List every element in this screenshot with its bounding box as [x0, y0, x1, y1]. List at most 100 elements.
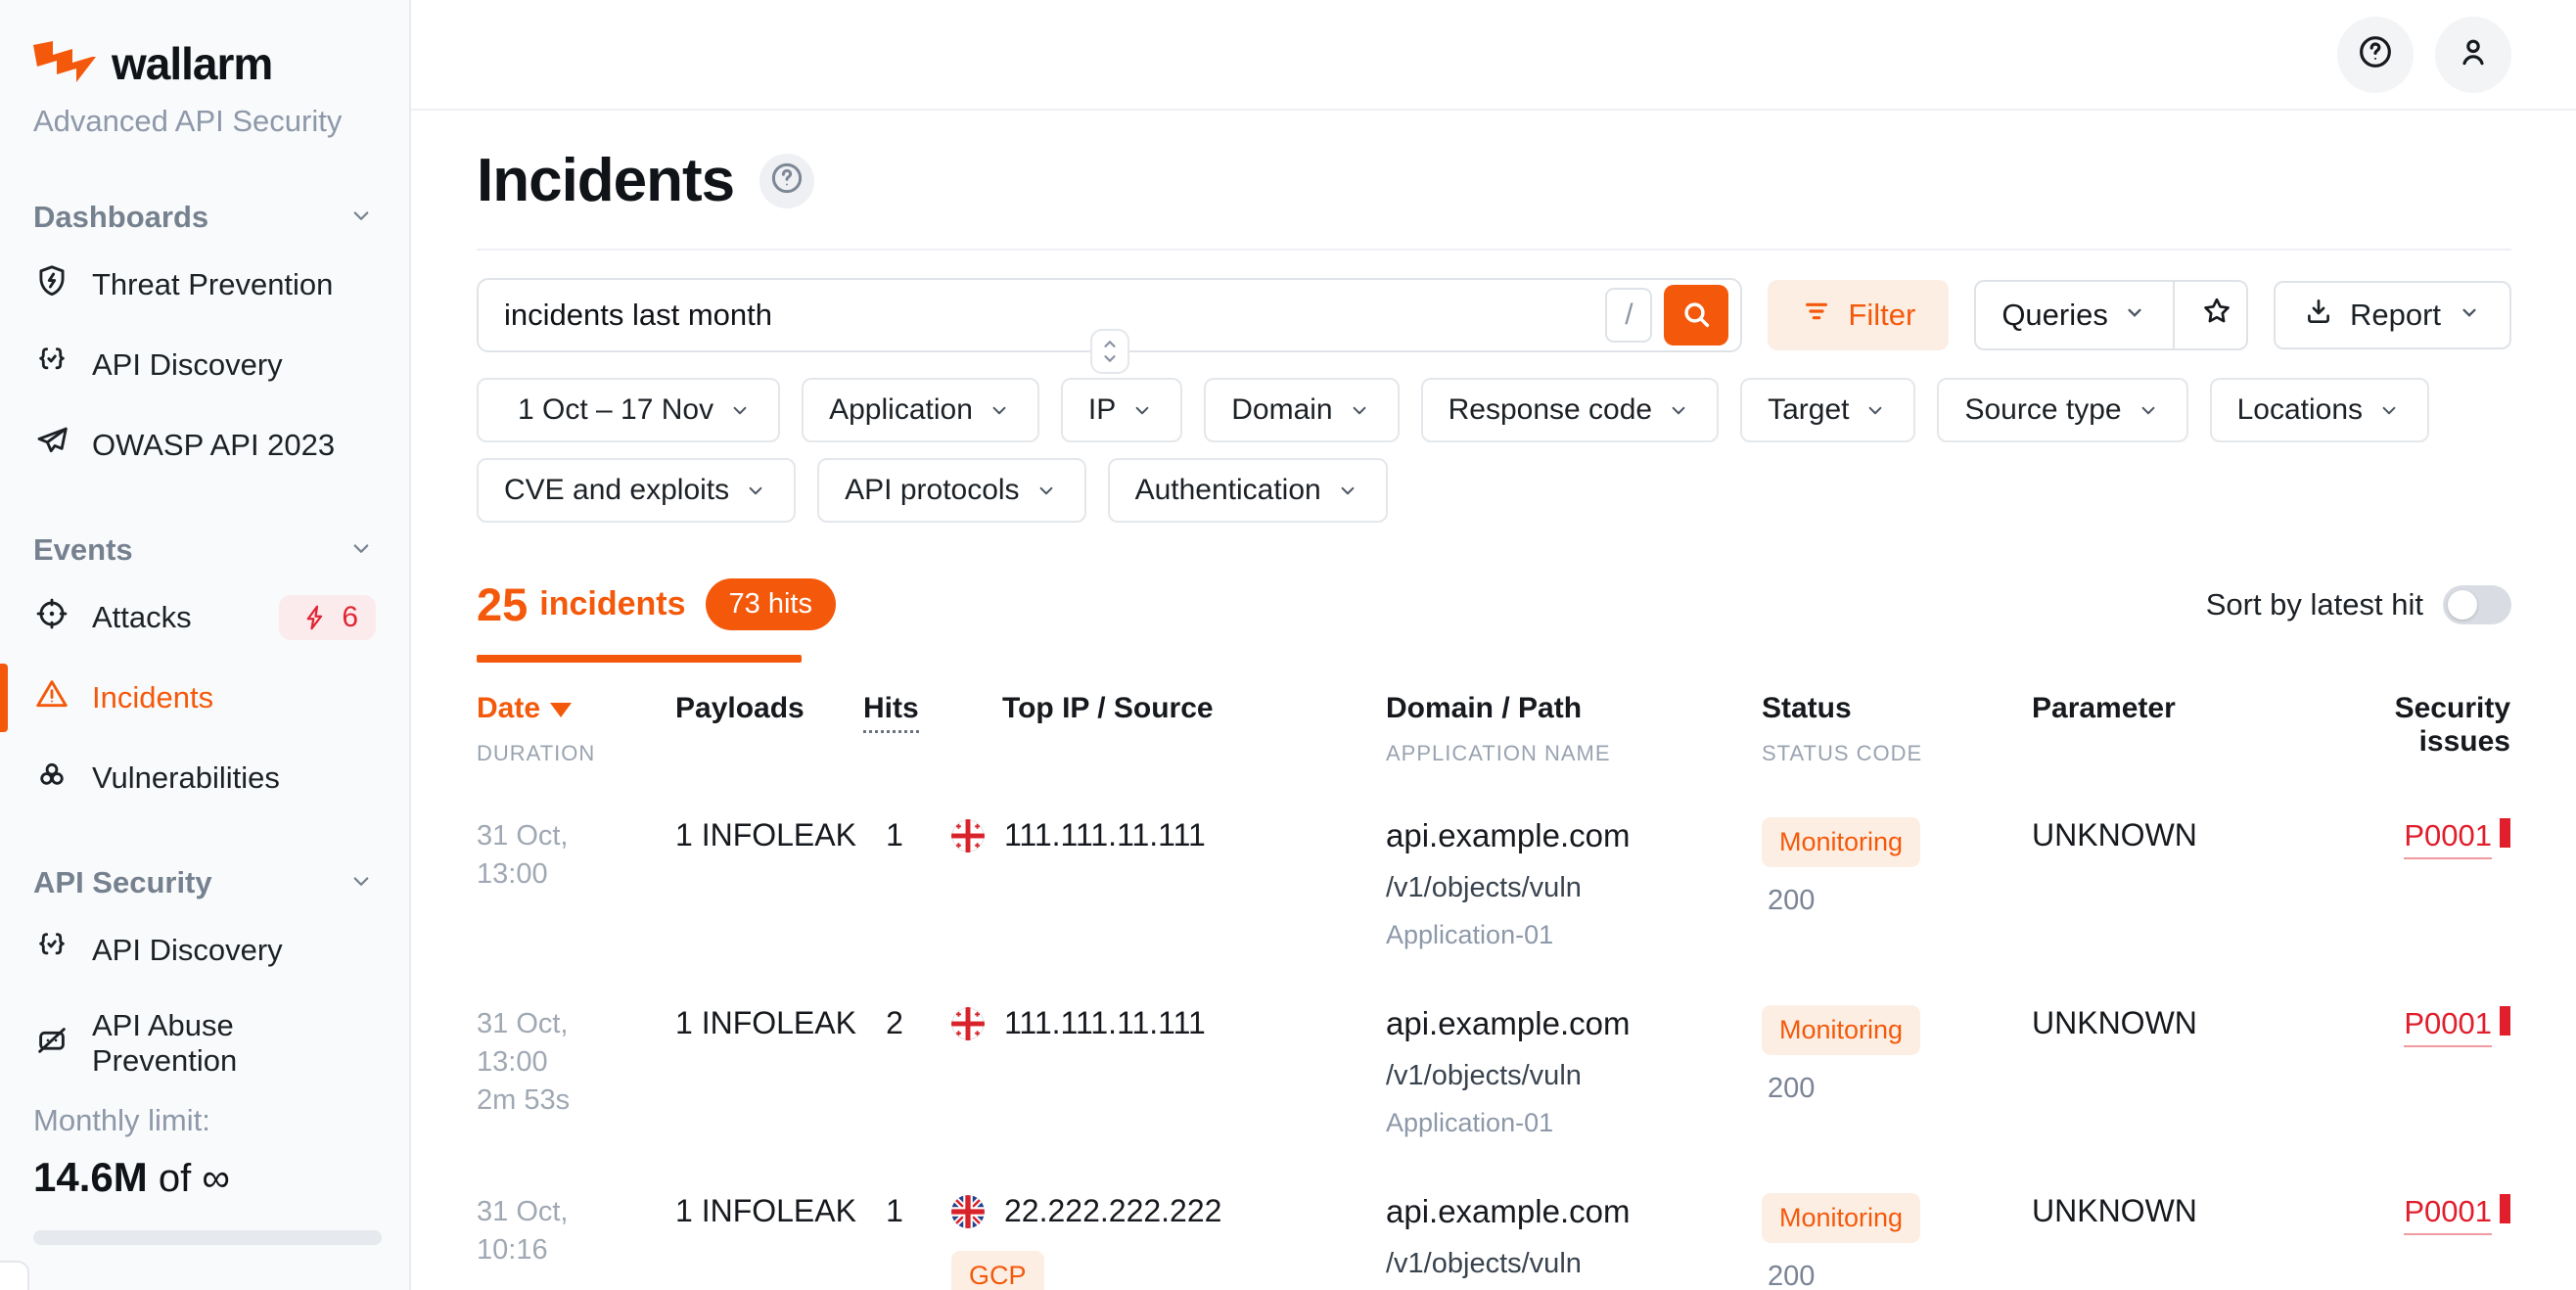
- cell-domain-path: api.example.com /v1/objects/vuln Applica…: [1386, 1005, 1762, 1138]
- column-sublabel: APPLICATION NAME: [1386, 741, 1762, 766]
- status-code: 200: [1762, 885, 2032, 917]
- report-button[interactable]: Report: [2274, 281, 2511, 349]
- cell-payloads: 1 INFOLEAK: [675, 817, 863, 950]
- warning-triangle-icon: [33, 675, 70, 720]
- filter-chip-target[interactable]: Target: [1740, 378, 1915, 442]
- nav-section-title: Dashboards: [33, 200, 208, 235]
- source-tag: GCP: [951, 1251, 1044, 1290]
- sidebar-item-attacks[interactable]: Attacks6: [0, 577, 409, 658]
- issue-severity-bar: [2500, 1006, 2510, 1036]
- search-box: /: [477, 278, 1742, 352]
- status-badge: Monitoring: [1762, 1005, 1920, 1055]
- nav-section: Events Attacks6Incidents Vulnerabilities: [0, 532, 409, 818]
- app-window: wallarm Advanced API Security Dashboards…: [0, 0, 2576, 1290]
- issue-severity-bar: [2500, 1194, 2510, 1223]
- sort-by-latest-hit-toggle[interactable]: [2443, 585, 2511, 624]
- summary-row: 25 incidents 73 hits Sort by latest hit: [477, 577, 2511, 663]
- sidebar-item-vulnerabilities[interactable]: Vulnerabilities: [0, 738, 409, 818]
- filter-chip-domain[interactable]: Domain: [1204, 378, 1399, 442]
- nav-section-header-dashboards[interactable]: Dashboards: [0, 200, 409, 235]
- filter-chips-row1: 1 Oct – 17 Nov Application IP Domain Respons…: [477, 378, 2511, 442]
- nav-section-header-events[interactable]: Events: [0, 532, 409, 568]
- search-input[interactable]: [504, 298, 1605, 333]
- table-row[interactable]: 31 Oct,10:16 1 INFOLEAK 1 22.222.222.222…: [477, 1168, 2511, 1290]
- cell-parameter: UNKNOWN: [2032, 1005, 2301, 1138]
- sidebar-nav: Dashboards Threat Prevention API Discover…: [0, 200, 409, 1103]
- security-issue-link[interactable]: P0001: [2404, 1006, 2492, 1047]
- column-label: Top IP / Source: [1002, 692, 1214, 724]
- brand: wallarm Advanced API Security: [0, 0, 409, 139]
- nav-section-header-api-security[interactable]: API Security: [0, 865, 409, 900]
- filter-chip-application[interactable]: Application: [802, 378, 1039, 442]
- filter-lines-icon: [1801, 296, 1832, 335]
- filter-chip-authentication[interactable]: Authentication: [1108, 458, 1388, 523]
- sidebar-item-incidents[interactable]: Incidents: [0, 658, 409, 738]
- cell-payloads: 1 INFOLEAK: [675, 1005, 863, 1138]
- cell-date: 31 Oct,13:002m 53s: [477, 1005, 675, 1138]
- column-header-status: StatusSTATUS CODE: [1762, 692, 2032, 766]
- cell-top-ip-source: 111.111.11.111: [951, 1005, 1386, 1138]
- search-expand-handle[interactable]: [1090, 329, 1129, 374]
- security-issue-link[interactable]: P0001: [2404, 818, 2492, 859]
- security-issue-link[interactable]: P0001: [2404, 1194, 2492, 1235]
- cell-parameter: UNKNOWN: [2032, 1193, 2301, 1290]
- domain: api.example.com: [1386, 1005, 1762, 1042]
- brand-subtitle: Advanced API Security: [33, 104, 376, 139]
- filter-button[interactable]: Filter: [1768, 280, 1949, 350]
- filter-chip-api-protocols[interactable]: API protocols: [817, 458, 1085, 523]
- sidebar-item-label: API Discovery: [92, 347, 283, 383]
- shield-bolt-icon: [33, 262, 70, 307]
- queries-dropdown[interactable]: Queries: [1976, 282, 2173, 348]
- cell-security-issues: P0001: [2301, 1193, 2510, 1290]
- filter-chip-1-oct-17-nov[interactable]: 1 Oct – 17 Nov: [477, 378, 780, 442]
- chevron-down-icon: [346, 201, 376, 235]
- question-circle-icon: [768, 160, 805, 202]
- sidebar-item-api-discovery[interactable]: API Discovery: [0, 325, 409, 405]
- column-header-hits[interactable]: Hits: [863, 692, 951, 766]
- page-head: Incidents: [477, 111, 2511, 251]
- cell-hits: 1: [863, 1193, 951, 1290]
- sidebar-item-api-discovery[interactable]: API Discovery: [0, 910, 409, 991]
- filter-chip-response-code[interactable]: Response code: [1421, 378, 1719, 442]
- chevron-down-icon: [1666, 397, 1691, 423]
- page-help-button[interactable]: [759, 154, 814, 208]
- chevron-down-icon: [727, 397, 753, 423]
- table-row[interactable]: 31 Oct,13:00 1 INFOLEAK 1 111.111.11.111…: [477, 792, 2511, 980]
- column-header-security-issues: Security issues: [2301, 692, 2510, 766]
- sidebar-collapse-button[interactable]: [0, 1261, 29, 1290]
- nav-section: Dashboards Threat Prevention API Discover…: [0, 200, 409, 485]
- filter-chip-cve-and-exploits[interactable]: CVE and exploits: [477, 458, 796, 523]
- chip-label: Authentication: [1135, 474, 1321, 507]
- cell-top-ip-source: 111.111.11.111: [951, 817, 1386, 950]
- sidebar: wallarm Advanced API Security Dashboards…: [0, 0, 411, 1290]
- main-area: Incidents /: [411, 0, 2576, 1290]
- sidebar-item-label: Vulnerabilities: [92, 760, 280, 796]
- filter-chip-source-type[interactable]: Source type: [1937, 378, 2187, 442]
- sidebar-item-api-specifications[interactable]: API Specifications: [0, 1096, 409, 1103]
- sort-desc-icon: [550, 703, 572, 717]
- column-header-domain-path: Domain / PathAPPLICATION NAME: [1386, 692, 1762, 766]
- sidebar-item-owasp-api-2023[interactable]: OWASP API 2023: [0, 405, 409, 485]
- column-header-date[interactable]: DateDURATION: [477, 692, 675, 766]
- target-icon: [33, 595, 70, 640]
- table-row[interactable]: 31 Oct,13:002m 53s 1 INFOLEAK 2 111.111.…: [477, 980, 2511, 1168]
- slash-shortcut-badge: /: [1605, 288, 1652, 343]
- ip-address: 111.111.11.111: [1004, 817, 1206, 853]
- sidebar-item-api-abuse-prevention[interactable]: API Abuse Prevention: [0, 991, 409, 1096]
- filter-chip-ip[interactable]: IP: [1061, 378, 1182, 442]
- filter-chip-locations[interactable]: Locations: [2210, 378, 2429, 442]
- brand-name: wallarm: [112, 37, 272, 90]
- user-icon: [2454, 32, 2493, 76]
- column-label: Parameter: [2032, 692, 2176, 724]
- cell-hits: 1: [863, 817, 951, 950]
- chevron-down-icon: [1034, 478, 1059, 503]
- help-button[interactable]: [2337, 17, 2414, 93]
- cell-domain-path: api.example.com /v1/objects/vuln Applica…: [1386, 1193, 1762, 1290]
- search-button[interactable]: [1664, 285, 1728, 346]
- nav-section-title: API Security: [33, 865, 212, 900]
- sidebar-item-threat-prevention[interactable]: Threat Prevention: [0, 245, 409, 325]
- user-menu-button[interactable]: [2435, 17, 2511, 93]
- queries-group: Queries: [1974, 280, 2248, 350]
- monthly-limit-value: 14.6M of ∞: [33, 1154, 376, 1201]
- favorite-query-button[interactable]: [2173, 282, 2248, 348]
